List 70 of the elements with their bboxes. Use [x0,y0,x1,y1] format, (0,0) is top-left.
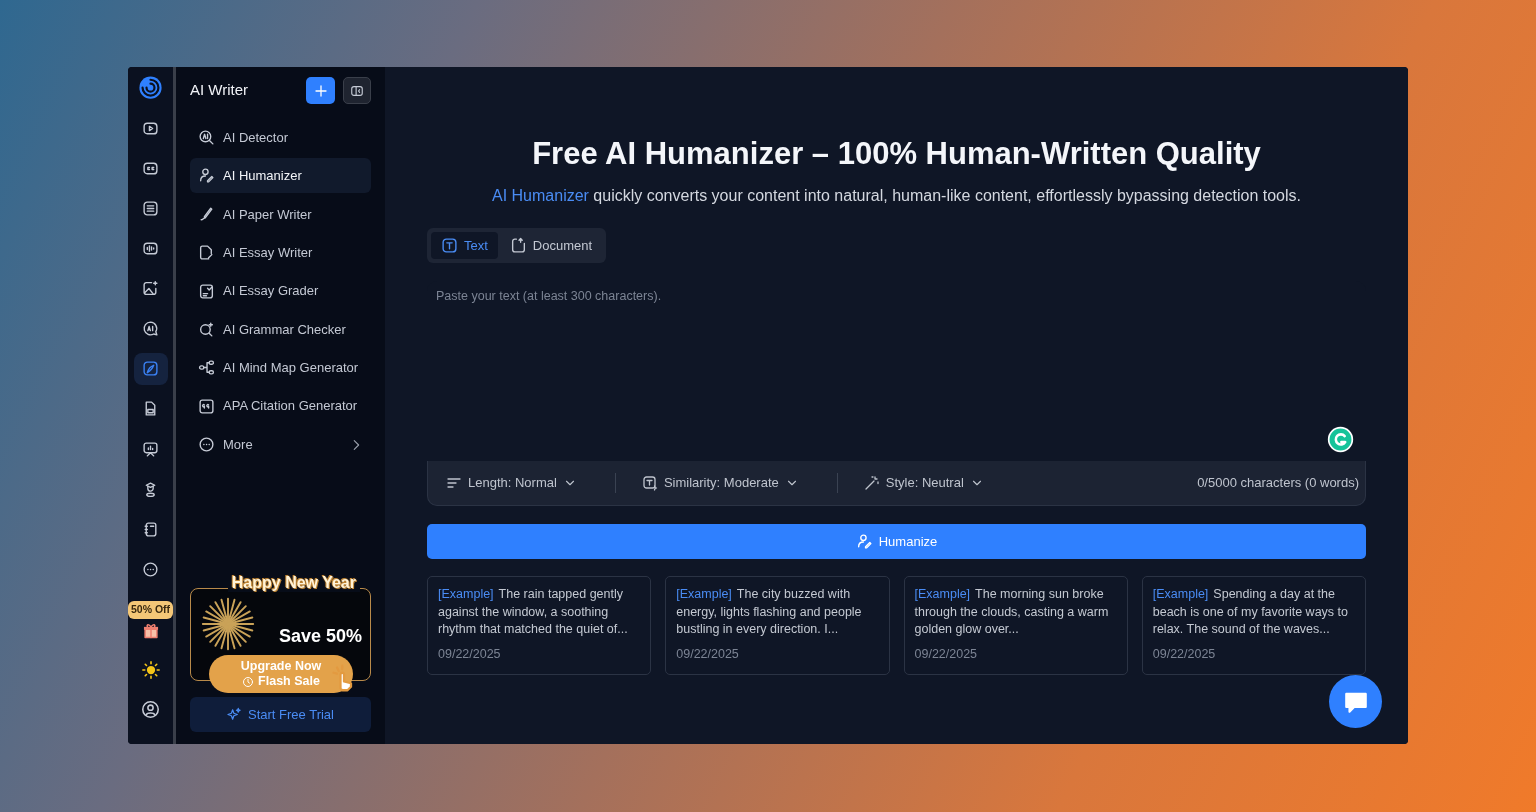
sidebar-item[interactable]: More [190,427,371,463]
sun-icon [140,659,161,680]
sidebar-item[interactable]: AI Detector [190,120,371,155]
example-card[interactable]: [Example] The city buzzed with energy, lights flashing and people bustling in every direction. I... 09/22/2025 [665,576,890,675]
trial-button[interactable]: Start Free Trial [190,697,371,732]
pen-icon [198,205,215,223]
upload-document-icon [509,237,527,255]
option-dropdown[interactable]: Similarity: Moderate [641,473,799,493]
grammar-assistant-icon [1327,426,1354,454]
promo-offer: Save 50% [278,625,362,648]
example-text: [Example] The morning sun broke through the clouds, casting a warm golden glow over... [914,586,1110,639]
quote-icon [198,397,215,415]
tab[interactable]: Text [431,232,498,260]
page-subtitle: AI Humanizer quickly converts your content into natural, human-like content, effortlessly bypassing detection tools. [491,186,1302,207]
sidebar-item[interactable]: AI Paper Writer [190,196,371,232]
humanizer-link[interactable]: AI Humanizer [492,187,589,205]
example-text: [Example] The city buzzed with energy, lights flashing and people bustling in every direction. I... [676,586,863,639]
text-sparkle-icon [641,475,658,492]
example-card[interactable]: [Example] Spending a day at the beach is one of my favorite ways to relax. The sound of the waves... 09/22/2025 [1141,576,1366,675]
notebook-icon [142,520,159,538]
example-date: 09/22/2025 [438,645,501,663]
sidebar-item[interactable]: AI Grammar Checker [190,311,371,347]
tab[interactable]: Document [499,232,603,260]
example-date: 09/22/2025 [914,645,978,663]
more-icon [142,560,159,578]
example-date: 09/22/2025 [1152,645,1216,663]
chart-icon [142,440,159,458]
captions-icon [142,160,159,177]
play-icon [142,119,159,137]
collapse-button[interactable] [343,77,371,104]
sidebar-item[interactable]: AI Mind Map Generator [190,350,371,386]
magnifier-sparkle-icon [198,320,215,338]
clock-icon [242,675,255,688]
sidebar-item[interactable]: APA Citation Generator [190,388,371,424]
character-counter: 0/5000 characters (0 words) [1197,474,1359,493]
option-dropdown[interactable]: Style: Neutral [863,473,984,493]
sidebar-item[interactable]: AI Essay Grader [190,273,371,309]
more-icon [198,436,215,454]
sidebar-item[interactable]: AI Essay Writer [190,235,371,271]
sparkle-icon [227,707,242,722]
grader-icon [198,282,215,300]
ai-chat-icon [142,320,159,338]
pen-icon [142,360,159,378]
person-pen-icon [855,533,873,551]
promo-headline: Happy New Year [227,573,360,592]
sale-label: Flash Sale [258,674,320,689]
humanize-button[interactable]: Humanize [427,524,1366,560]
offer-badge: 50% Off [128,601,174,620]
example-card[interactable]: [Example] The morning sun broke through the clouds, casting a warm golden glow over... 09/22/2025 [903,576,1128,675]
logo-icon [137,75,164,101]
page-title: Free AI Humanizer – 100% Human-Written Quality [531,135,1262,173]
option-dropdown[interactable]: Length: Normal [446,473,577,493]
list-icon [142,200,159,218]
text-icon [441,237,458,255]
person-pen-icon [198,167,215,185]
detector-icon [198,129,215,146]
sidebar-title: AI Writer [190,80,249,101]
user-icon [141,700,160,720]
image-sparkle-icon [142,280,159,298]
new-button[interactable] [306,77,335,104]
example-text: [Example] Spending a day at the beach is one of my favorite ways to relax. The sound of the waves... [1152,586,1349,639]
magic-wand-icon [863,475,880,492]
sidebar-item[interactable]: AI Humanizer [190,158,371,194]
mind-map-icon [198,359,215,377]
rail-button[interactable] [133,352,168,385]
example-card[interactable]: [Example] The rain tapped gently against the window, a soothing rhythm that matched the quiet of... 09/22/2025 [427,576,652,675]
example-date: 09/22/2025 [676,645,739,663]
chat-button[interactable] [1329,675,1382,728]
example-text: [Example] The rain tapped gently against the window, a soothing rhythm that matched the quiet of... [438,586,629,639]
audio-icon [142,240,159,258]
